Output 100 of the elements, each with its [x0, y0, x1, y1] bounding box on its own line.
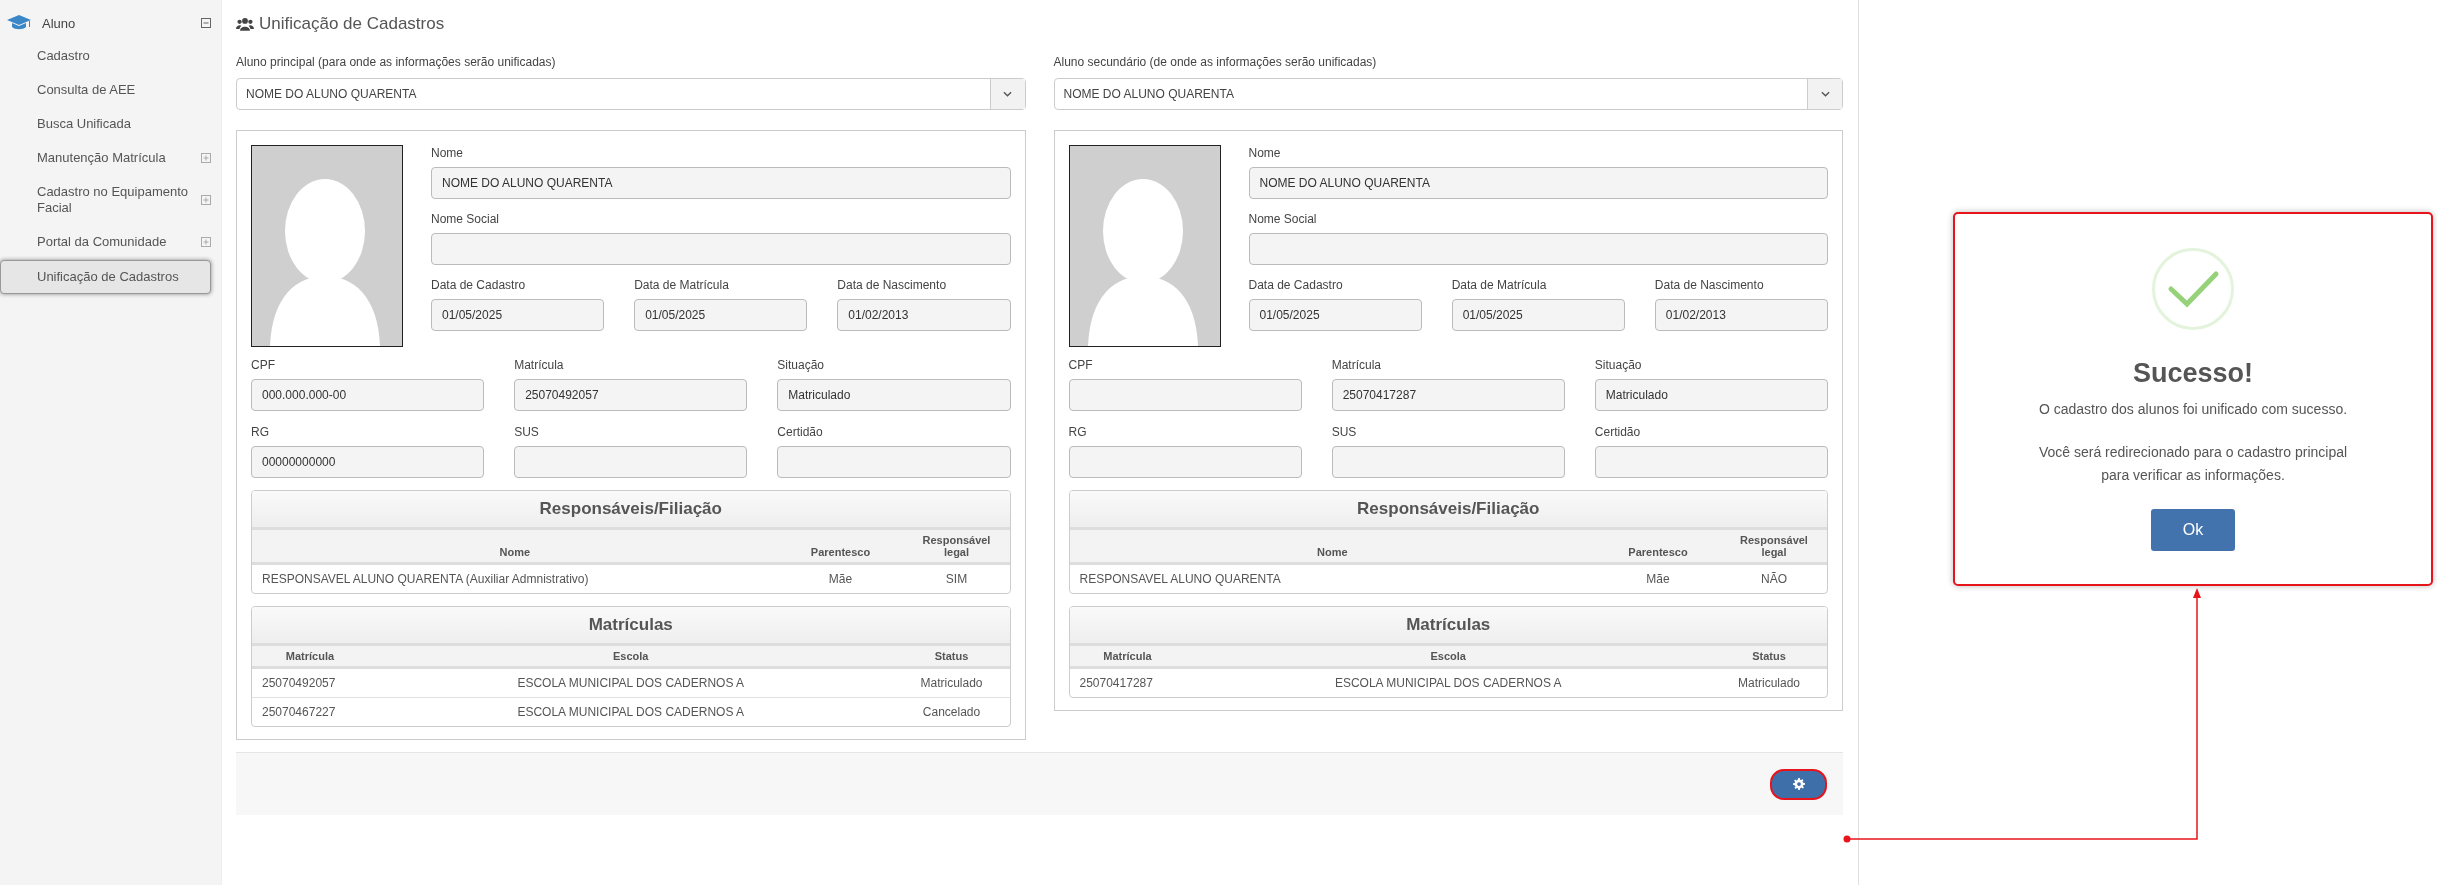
student-dropdown[interactable]: NOME DO ALUNO QUARENTA	[1053, 78, 1843, 110]
dialog-message: O cadastro dos alunos foi unificado com sucesso.	[2038, 401, 2348, 417]
graduation-cap-icon	[7, 15, 31, 31]
table-cell: 25070492057	[262, 676, 336, 690]
table-cell: Cancelado	[922, 705, 981, 719]
text-field[interactable]: 25070417287	[1331, 379, 1565, 411]
field-label: Matrícula	[514, 357, 565, 373]
text-field[interactable]	[1248, 233, 1828, 265]
text-field[interactable]	[431, 233, 1011, 265]
date-field[interactable]: 01/05/2025	[1451, 299, 1625, 331]
sidebar-item[interactable]: Consulta de AEE	[0, 74, 140, 106]
field-label: Nome	[1248, 145, 1282, 161]
field-label: CPF	[1068, 357, 1094, 373]
column-header: Matrícula	[252, 646, 368, 668]
collapse-icon[interactable]	[201, 18, 211, 28]
table-title: Matrículas	[1069, 607, 1827, 646]
date-field[interactable]: 01/02/2013	[837, 299, 1011, 331]
student-dropdown[interactable]: NOME DO ALUNO QUARENTA	[236, 78, 1026, 110]
table-cell: SIM	[945, 572, 968, 586]
dialog-title: Sucesso!	[2132, 358, 2254, 389]
field-label: Aluno principal (para onde as informações serão unificadas)	[236, 55, 557, 69]
text-field[interactable]	[777, 446, 1011, 478]
column-header: Responsável legal	[1721, 530, 1827, 564]
expand-icon[interactable]	[201, 237, 211, 247]
sidebar-item[interactable]: Unificação de Cadastros	[0, 260, 211, 294]
field-label: Aluno secundário (de onde as informações serão unificadas)	[1053, 55, 1378, 69]
text-field[interactable]: 000.000.000-00	[251, 379, 485, 411]
success-check-icon	[2152, 248, 2234, 330]
text-field[interactable]	[514, 446, 748, 478]
field-label: Data de Nascimento	[837, 277, 948, 293]
column-header: Status	[893, 646, 1010, 668]
column-header: Nome	[252, 530, 778, 564]
text-field[interactable]	[1594, 446, 1828, 478]
field-label: Certidão	[1594, 424, 1642, 440]
table-cell: 25070467227	[262, 705, 336, 719]
field-label: Data de Cadastro	[1248, 277, 1344, 293]
table-title: Responsáveis/Filiação	[1069, 491, 1827, 530]
settings-icon	[1792, 778, 1805, 790]
sidebar-item[interactable]: Busca Unificada	[0, 108, 135, 140]
expand-icon[interactable]	[201, 153, 211, 163]
field-label: Matrícula	[1331, 357, 1382, 373]
field-label: Nome Social	[1248, 211, 1318, 227]
table-title: Responsáveis/Filiação	[252, 491, 1010, 530]
column-header: Parentesco	[777, 530, 904, 564]
dialog-message: Você será redirecionado para o cadastro principal para verificar as informações.	[2037, 443, 2349, 485]
table-cell: Matriculado	[1738, 676, 1800, 690]
text-field[interactable]	[1068, 379, 1302, 411]
column-header: Responsável legal	[903, 530, 1010, 564]
field-label: SUS	[514, 424, 540, 440]
field-label: Data de Cadastro	[431, 277, 527, 293]
column-header: Matrícula	[1069, 646, 1186, 668]
text-field[interactable]	[1068, 446, 1302, 478]
table-cell: ESCOLA MUNICIPAL DOS CADERNOS A	[517, 705, 745, 719]
field-label: RG	[251, 424, 270, 440]
text-field[interactable]: 25070492057	[514, 379, 748, 411]
sidebar-item[interactable]: Manutenção Matrícula	[0, 142, 170, 174]
text-field[interactable]: 00000000000	[251, 446, 485, 478]
field-label: RG	[1068, 424, 1088, 440]
expand-icon[interactable]	[201, 195, 211, 205]
sidebar-item[interactable]: Cadastro no Equipamento Facial	[0, 176, 201, 224]
sidebar-section-title[interactable]: Aluno	[42, 15, 201, 31]
field-label: Data de Nascimento	[1654, 277, 1765, 293]
sidebar-item[interactable]: Cadastro	[0, 40, 94, 72]
table-cell: Mãe	[828, 572, 853, 586]
text-field[interactable]: NOME DO ALUNO QUARENTA	[431, 167, 1011, 199]
ok-button[interactable]: Ok	[2151, 509, 2235, 551]
table-cell: RESPONSAVEL ALUNO QUARENTA	[1079, 572, 1281, 586]
field-label: Data de Matrícula	[634, 277, 730, 293]
field-label: Nome Social	[431, 211, 501, 227]
column-header: Escola	[368, 646, 894, 668]
table-cell: Mãe	[1646, 572, 1670, 586]
field-label: CPF	[251, 357, 276, 373]
text-field[interactable]	[1331, 446, 1565, 478]
caret-icon	[1820, 91, 1830, 97]
column-header: Parentesco	[1595, 530, 1721, 564]
date-field[interactable]: 01/05/2025	[431, 299, 605, 331]
page-title: Unificação de Cadastros	[259, 14, 445, 34]
field-label: Situação	[1594, 357, 1643, 373]
date-field[interactable]: 01/05/2025	[634, 299, 808, 331]
date-field[interactable]: 01/05/2025	[1248, 299, 1422, 331]
table-title: Matrículas	[252, 607, 1010, 646]
table-cell: NÃO	[1761, 572, 1787, 586]
text-field[interactable]: Matriculado	[777, 379, 1011, 411]
text-field[interactable]: NOME DO ALUNO QUARENTA	[1248, 167, 1828, 199]
field-label: Data de Matrícula	[1451, 277, 1548, 293]
column-header: Nome	[1069, 530, 1595, 564]
settings-button[interactable]	[1770, 768, 1827, 800]
table-cell: Matriculado	[920, 676, 983, 690]
caret-icon	[1003, 91, 1012, 97]
sidebar-item[interactable]: Portal da Comunidade	[0, 226, 171, 258]
column-header: Escola	[1185, 646, 1711, 668]
field-label: SUS	[1331, 424, 1358, 440]
table-cell: ESCOLA MUNICIPAL DOS CADERNOS A	[1334, 676, 1562, 690]
field-label: Certidão	[777, 424, 824, 440]
table-cell: RESPONSAVEL ALUNO QUARENTA (Auxiliar Admnistrativo)	[262, 572, 589, 586]
table-cell: 25070417287	[1079, 676, 1153, 690]
date-field[interactable]: 01/02/2013	[1654, 299, 1828, 331]
table-cell: ESCOLA MUNICIPAL DOS CADERNOS A	[517, 676, 745, 690]
text-field[interactable]: Matriculado	[1594, 379, 1828, 411]
field-label: Nome	[431, 145, 464, 161]
